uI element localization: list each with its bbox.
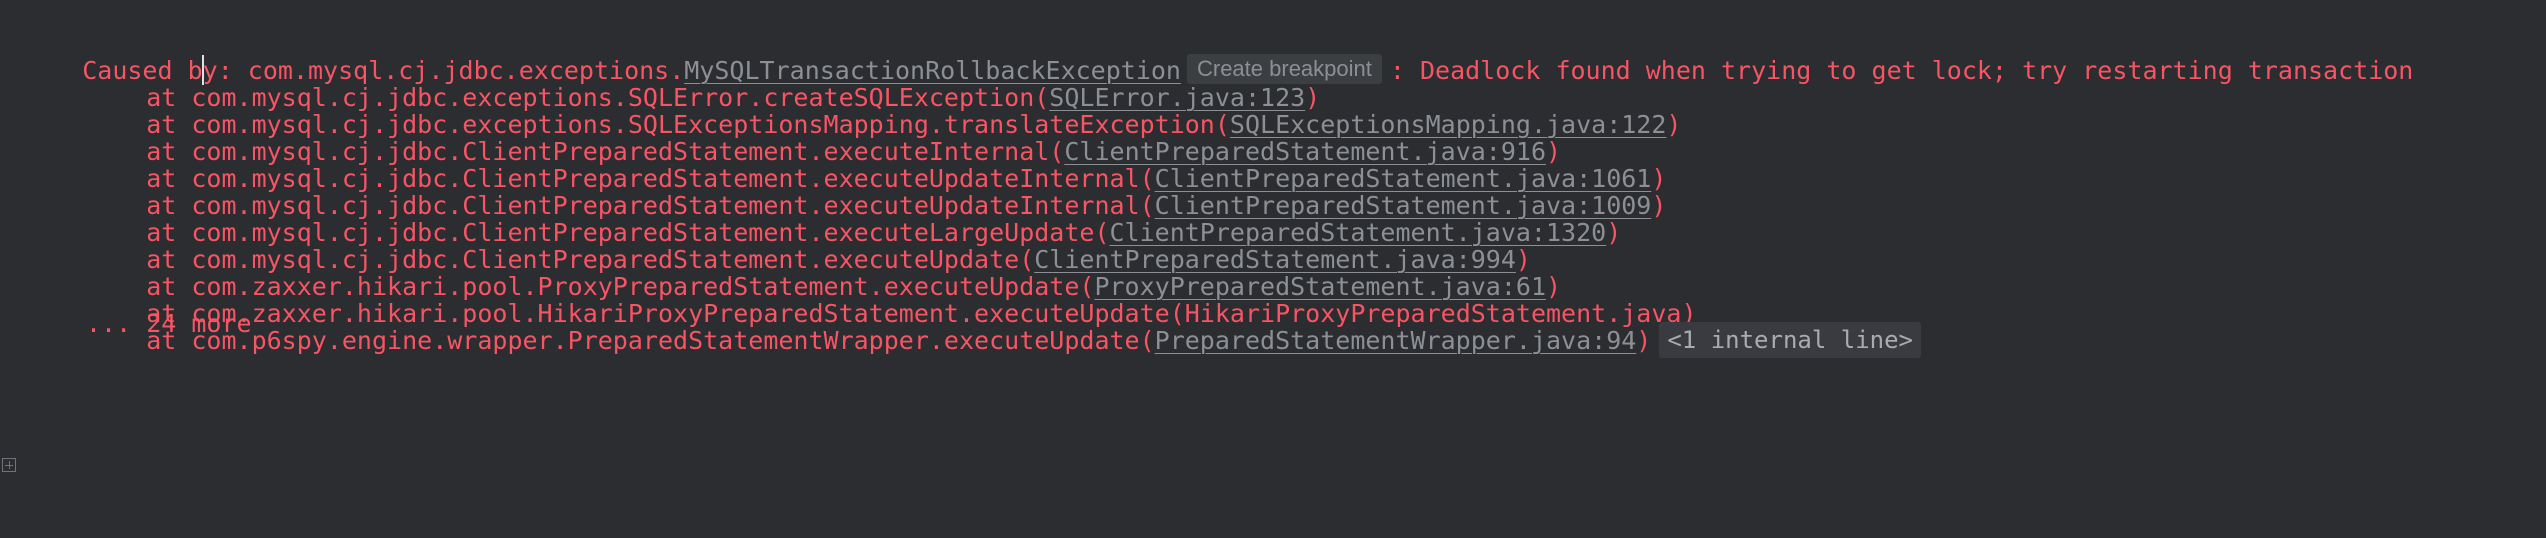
stack-frame: at com.p6spy.engine.wrapper.PreparedStat… <box>86 275 1921 358</box>
fold-expand-icon[interactable] <box>2 458 16 472</box>
console-output: Caused by: com.mysql.cj.jdbc.exceptions.… <box>0 0 2546 538</box>
internal-lines-toggle[interactable]: <1 internal line> <box>1659 322 1921 358</box>
frame-close: ) <box>1666 110 1682 139</box>
frame-close: ) <box>1606 218 1622 247</box>
more-frames-label: ... 24 more <box>86 309 252 338</box>
frame-method: at com.p6spy.engine.wrapper.PreparedStat… <box>146 326 1155 355</box>
frame-source-link[interactable]: PreparedStatementWrapper.java:94 <box>1155 326 1637 355</box>
frame-close: ) <box>1636 326 1652 355</box>
frame-close: ) <box>1651 191 1667 220</box>
